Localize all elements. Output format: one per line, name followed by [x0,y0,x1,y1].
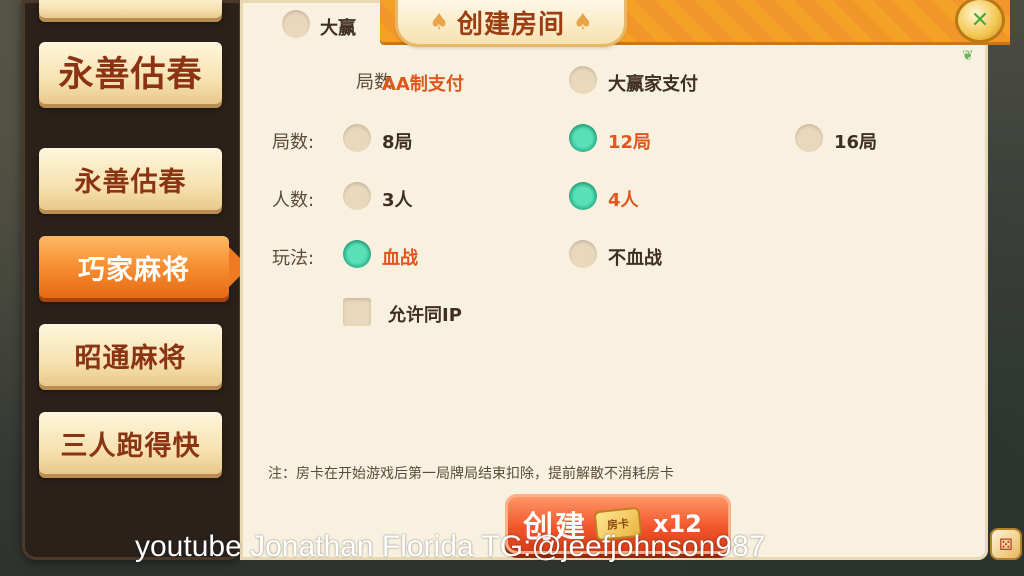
pay-option-aa[interactable]: AA制支付 [382,70,464,96]
radio-rounds-8[interactable] [343,124,371,152]
play-option-buxuezhan[interactable]: 不血战 [608,244,662,270]
rounds-option-12[interactable]: 12局 [608,128,651,154]
radio-play-xuezhan[interactable] [343,240,371,268]
tab-sanren-paodekuai[interactable]: 三人跑得快 [39,412,222,474]
tab-label: 三人跑得快 [60,430,201,462]
dice-icon[interactable]: ⚄ [992,530,1020,558]
play-label: 玩法: [272,248,315,269]
players-label: 人数: [272,190,315,211]
tab-label: 永善估春 [58,53,203,95]
tab-yongshan-guchun[interactable]: 永善估春 [39,148,222,210]
rounds-option-8[interactable]: 8局 [382,128,413,154]
rounds-label: 局数: [272,132,315,153]
spade-icon: ♠ [573,9,593,35]
players-option-4[interactable]: 4人 [608,186,639,212]
tab-qiaojia-majiang[interactable]: 巧家麻将 [39,236,249,298]
radio-players-3[interactable] [343,182,371,210]
dialog-title: 创建房间 [456,9,565,40]
radio-partial-top[interactable] [282,10,310,38]
watermark-text: youtube Jonathan Florida TG:@jeefjohnson… [135,530,766,563]
same-ip-label: 允许同IP [388,305,462,326]
pay-option-winner[interactable]: 大赢家支付 [608,70,698,96]
room-card-note: 注：房卡在开始游戏后第一局牌局结束扣除，提前解散不消耗房卡 [268,466,674,482]
leaf-icon: ❦ [962,48,974,64]
rounds-option-16[interactable]: 16局 [834,128,877,154]
game-type-sidebar: 永善估春 永善估春 巧家麻将 昭通麻将 三人跑得快 [22,0,249,560]
tab-partial-top[interactable] [39,0,222,18]
tab-zhaotong-majiang[interactable]: 昭通麻将 [39,324,222,386]
tab-yongshan-guchun-stylized[interactable]: 永善估春 [39,42,222,104]
tab-label: 昭通麻将 [74,342,187,374]
players-option-3[interactable]: 3人 [382,186,413,212]
same-ip-checkbox[interactable] [343,298,371,326]
tab-label: 永善估春 [74,166,187,198]
radio-rounds-12[interactable] [569,124,597,152]
play-option-xuezhan[interactable]: 血战 [382,244,418,270]
title-plate: ♠ 创建房间 ♠ [398,0,624,44]
radio-pay-winner[interactable] [569,66,597,94]
tab-label: 巧家麻将 [78,254,190,286]
radio-players-4[interactable] [569,182,597,210]
radio-play-buxuezhan[interactable] [569,240,597,268]
radio-rounds-16[interactable] [795,124,823,152]
spade-icon: ♠ [429,9,449,35]
close-help-icon[interactable]: ✕ [958,0,1002,40]
partial-top-label: 大赢 [320,18,356,39]
